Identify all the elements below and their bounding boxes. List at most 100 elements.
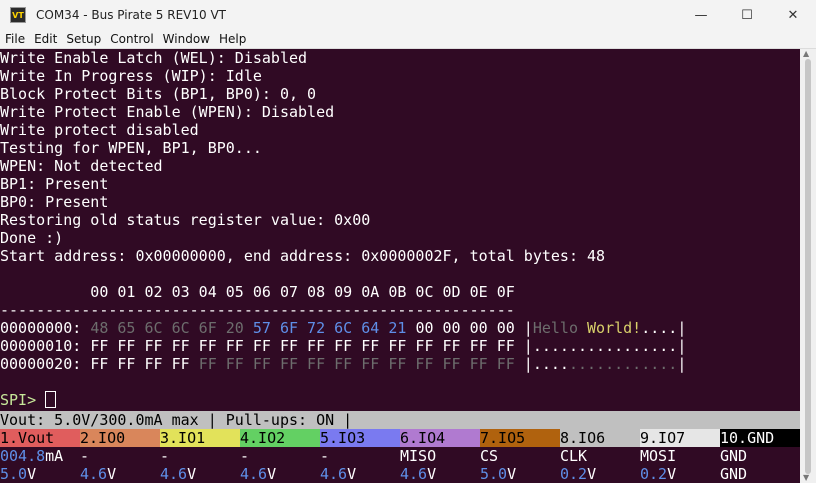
hex-bytes: FF FF FF FF FF FF FF FF FF FF FF FF	[198, 355, 515, 373]
pin-voltage: 4.6V	[160, 465, 240, 483]
pin-label: 5.IO3	[320, 429, 400, 447]
terminal-area[interactable]: Write Enable Latch (WEL): Disabled Write…	[0, 49, 800, 483]
pin-label: 9.IO7	[640, 429, 720, 447]
title-bar: VT COM34 - Bus Pirate 5 REV10 VT — ☐ ✕	[0, 0, 816, 30]
pin-voltage: 4.6V	[80, 465, 160, 483]
voltage-unit: V	[587, 465, 597, 483]
menu-window[interactable]: Window	[158, 32, 214, 46]
minimize-button[interactable]: —	[678, 0, 724, 30]
hex-address: 00000000:	[0, 319, 82, 337]
voltage-unit: V	[27, 465, 37, 483]
menu-file[interactable]: File	[0, 32, 29, 46]
hex-address: 00000020:	[0, 355, 82, 373]
current-unit: mA	[45, 447, 64, 465]
menu-help[interactable]: Help	[214, 32, 250, 46]
scrollbar-thumb[interactable]	[805, 59, 811, 474]
pin-function: CLK	[560, 447, 588, 465]
pin-function: -	[240, 447, 250, 465]
voltage-unit: V	[507, 465, 517, 483]
maximize-button[interactable]: ☐	[724, 0, 770, 30]
terminal-line: Restoring old status register value: 0x0…	[0, 211, 371, 229]
pin-voltages: 5.0V 4.6V 4.6V 4.6V 4.6V 4.6V 5.0V 0.2V …	[0, 465, 800, 483]
terminal-line: Write protect disabled	[0, 121, 199, 139]
terminal-line: BP0: Present	[0, 193, 109, 211]
voltage-unit: V	[267, 465, 277, 483]
pin-function: 004.8mA	[0, 447, 80, 465]
window-title: COM34 - Bus Pirate 5 REV10 VT	[36, 8, 227, 22]
terminal-line: Write Enable Latch (WEL): Disabled	[0, 49, 308, 67]
vertical-scrollbar[interactable]: ▲ ▼	[800, 49, 816, 483]
pin-voltage: 0.2V	[560, 465, 640, 483]
prompt-label: SPI>	[0, 391, 37, 409]
voltage-value: 4.6	[400, 465, 428, 483]
pin-label: 6.IO4	[400, 429, 480, 447]
pin-label: 10.GND	[720, 429, 800, 447]
prompt-line[interactable]: SPI>	[0, 391, 57, 409]
pin-function: -	[320, 447, 330, 465]
pin-voltage: 4.6V	[400, 465, 480, 483]
terminal-line: Write In Progress (WIP): Idle	[0, 67, 262, 85]
scroll-up-icon[interactable]: ▲	[803, 49, 809, 58]
menu-edit[interactable]: Edit	[29, 32, 61, 46]
terminal-line: Done :)	[0, 229, 64, 247]
pin-label: 4.IO2	[240, 429, 320, 447]
voltage-unit: V	[427, 465, 437, 483]
pin-label: 7.IO5	[480, 429, 560, 447]
menu-bar: File Edit Setup Control Window Help	[0, 30, 816, 49]
terminal-line: Testing for WPEN, BP1, BP0...	[0, 139, 262, 157]
voltage-value: 4.6	[320, 465, 348, 483]
pin-labels: 1.Vout 2.IO0 3.IO1 4.IO2 5.IO3 6.IO4 7.I…	[0, 429, 800, 447]
hex-ascii: ............	[568, 355, 678, 373]
voltage-unit: V	[347, 465, 357, 483]
pin-function: MOSI	[640, 447, 677, 465]
hex-bytes: 00 00 00 00	[415, 319, 515, 337]
menu-setup[interactable]: Setup	[61, 32, 105, 46]
voltage-value: 5.0	[0, 465, 28, 483]
hex-ascii: ....	[532, 355, 569, 373]
terminal-line: Start address: 0x00000000, end address: …	[0, 247, 606, 265]
pin-function: GND	[720, 447, 748, 465]
hex-ascii: ....	[641, 319, 678, 337]
voltage-value: 0.2	[640, 465, 668, 483]
pin-functions: 004.8mA - - - - MISO CS CLK MOSI GND	[0, 447, 800, 465]
pin-function: CS	[480, 447, 499, 465]
voltage-value: 4.6	[80, 465, 108, 483]
hex-bytes: 57 6F 72 6C 64 21	[252, 319, 407, 337]
hex-divider: ----------------------------------------…	[0, 301, 515, 319]
menu-control[interactable]: Control	[105, 32, 157, 46]
voltage-value: 4.6	[240, 465, 268, 483]
hex-bytes: 48 65 6C 6C 6F 20	[90, 319, 244, 337]
pin-voltage: 4.6V	[240, 465, 320, 483]
pin-function: MISO	[400, 447, 437, 465]
current-reading: 004.8	[0, 447, 46, 465]
hex-header: 00 01 02 03 04 05 06 07 08 09 0A 0B 0C 0…	[0, 283, 515, 301]
pin-voltage: 5.0V	[0, 465, 80, 483]
voltage-value: 0.2	[560, 465, 588, 483]
voltage-unit: V	[187, 465, 197, 483]
pin-voltage: GND	[720, 465, 748, 483]
pin-function: -	[160, 447, 170, 465]
app-icon: VT	[10, 7, 26, 23]
scroll-down-icon[interactable]: ▼	[803, 473, 809, 482]
hex-ascii: Hello	[532, 319, 578, 337]
close-button[interactable]: ✕	[770, 0, 816, 30]
pin-label: 2.IO0	[80, 429, 160, 447]
voltage-value: 4.6	[160, 465, 188, 483]
pin-label: 1.Vout	[0, 429, 80, 447]
voltage-unit: V	[667, 465, 677, 483]
hex-bytes: FF FF FF FF	[90, 355, 190, 373]
pin-function: -	[80, 447, 90, 465]
hex-ascii: World!	[587, 319, 642, 337]
pin-voltage: 4.6V	[320, 465, 400, 483]
voltage-unit: V	[107, 465, 117, 483]
pin-label: 8.IO6	[560, 429, 640, 447]
pin-voltage: 0.2V	[640, 465, 720, 483]
status-line: Vout: 5.0V/300.0mA max | Pull-ups: ON |	[0, 411, 800, 429]
hex-bytes: FF FF FF FF FF FF FF FF FF FF FF FF FF F…	[90, 337, 515, 355]
terminal-line: Block Protect Bits (BP1, BP0): 0, 0	[0, 85, 317, 103]
hex-address: 00000010:	[0, 337, 82, 355]
pin-voltage: 5.0V	[480, 465, 560, 483]
terminal-line: Write Protect Enable (WPEN): Disabled	[0, 103, 335, 121]
terminal-line: WPEN: Not detected	[0, 157, 163, 175]
hex-row: 00000010: FF FF FF FF FF FF FF FF FF FF …	[0, 337, 687, 355]
